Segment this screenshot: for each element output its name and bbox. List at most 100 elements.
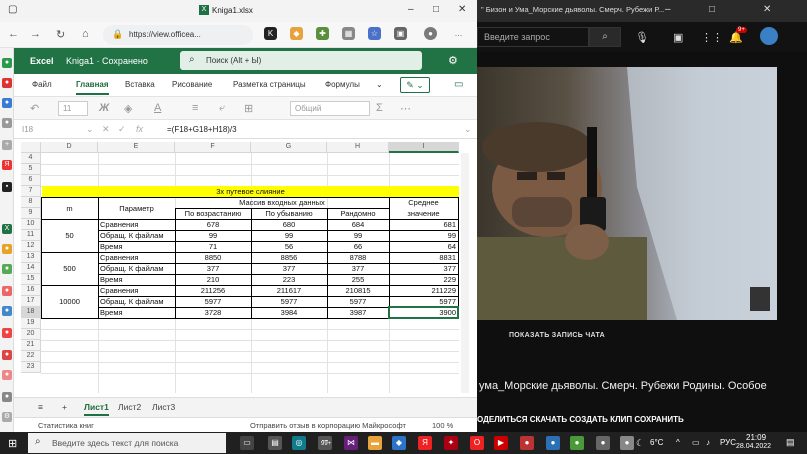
- youtube-search-icon[interactable]: ⌕: [589, 27, 621, 47]
- extension-icon-grid[interactable]: ▦: [342, 27, 355, 40]
- taskview-icon[interactable]: ▭: [240, 436, 254, 450]
- sidebar-add-icon[interactable]: +: [2, 140, 12, 150]
- row-header[interactable]: 5: [21, 164, 41, 175]
- extension-icon-puzzle[interactable]: ✚: [316, 27, 329, 40]
- name-box[interactable]: I18: [22, 125, 33, 134]
- sidebar-peach-icon[interactable]: ●: [2, 370, 12, 380]
- row-header[interactable]: 9: [21, 208, 41, 219]
- row-header-selected[interactable]: 18: [21, 307, 41, 318]
- function-icon[interactable]: fx: [136, 124, 143, 134]
- row-header[interactable]: 8: [21, 197, 41, 208]
- row-header[interactable]: 20: [21, 329, 41, 340]
- wrap-icon[interactable]: ⤶: [219, 102, 225, 115]
- sidebar-red2-icon[interactable]: ●: [2, 328, 12, 338]
- column-header-h[interactable]: H: [327, 142, 389, 153]
- forward-icon[interactable]: →: [30, 28, 41, 40]
- row-header[interactable]: 6: [21, 175, 41, 186]
- opera-app-icon[interactable]: O: [470, 436, 484, 450]
- sidebar-yandex-icon[interactable]: Я: [2, 160, 12, 170]
- document-title[interactable]: Kniga1 · Сохранено: [66, 56, 148, 66]
- autosum-icon[interactable]: Σ: [376, 102, 383, 114]
- sidebar-gray-icon[interactable]: ●: [2, 118, 12, 128]
- sidebar-green-icon[interactable]: ●: [2, 58, 12, 68]
- yt-maximize-button[interactable]: □: [709, 4, 715, 15]
- back-icon[interactable]: ←: [8, 28, 19, 40]
- app-icon-green[interactable]: ●: [570, 436, 584, 450]
- video-player[interactable]: [477, 67, 777, 320]
- sidebar-pink-icon[interactable]: ●: [2, 286, 12, 296]
- sidebar-blue-icon[interactable]: ●: [2, 98, 12, 108]
- weather-temp[interactable]: 6°C: [650, 438, 663, 447]
- undo-icon[interactable]: ↶: [30, 102, 39, 115]
- row-header[interactable]: 10: [21, 219, 41, 230]
- more-tabs-chevron-icon[interactable]: ⌄: [376, 80, 383, 89]
- apps-icon[interactable]: ⋮⋮: [701, 31, 723, 44]
- font-color-icon[interactable]: A: [154, 102, 161, 114]
- sheet-tab-2[interactable]: Лист2: [118, 402, 141, 412]
- spreadsheet-grid[interactable]: D E F G H I 4 5 6 7 8 9 10 11 12 13 14 1…: [21, 142, 459, 393]
- minimize-button[interactable]: –: [408, 4, 414, 15]
- tray-chevron-icon[interactable]: ^: [676, 438, 680, 447]
- sidebar-gray2-icon[interactable]: ●: [2, 392, 12, 402]
- sidebar-orange-icon[interactable]: ●: [2, 244, 12, 254]
- sheet-tab-1[interactable]: Лист1: [84, 402, 109, 416]
- yt-minimize-button[interactable]: –: [665, 4, 671, 15]
- row-header[interactable]: 23: [21, 362, 41, 373]
- tab-page-layout[interactable]: Разметка страницы: [233, 80, 306, 89]
- formula-text[interactable]: =(F18+G18+H18)/3: [167, 125, 237, 134]
- yt-close-button[interactable]: ✕: [763, 4, 771, 15]
- youtube-search-input[interactable]: Введите запрос: [477, 27, 589, 47]
- row-header[interactable]: 16: [21, 285, 41, 296]
- vertical-scrollbar[interactable]: [461, 153, 469, 393]
- column-header-f[interactable]: F: [175, 142, 251, 153]
- tab-file[interactable]: Файл: [32, 80, 52, 89]
- column-header-e[interactable]: E: [98, 142, 175, 153]
- zoom-level[interactable]: 100 %: [432, 421, 453, 430]
- collections-icon[interactable]: ▣: [394, 27, 407, 40]
- row-header[interactable]: 12: [21, 241, 41, 252]
- row-header[interactable]: 15: [21, 274, 41, 285]
- bold-italic-icon[interactable]: Ж: [99, 102, 109, 114]
- column-header-g[interactable]: G: [251, 142, 327, 153]
- sidebar-lime-icon[interactable]: ●: [2, 264, 12, 274]
- app-icon-red[interactable]: ●: [520, 436, 534, 450]
- favorites-icon[interactable]: ☆: [368, 27, 381, 40]
- sidebar-red3-icon[interactable]: ●: [2, 350, 12, 360]
- edge-app-icon[interactable]: ◎: [292, 436, 306, 450]
- cancel-icon[interactable]: ✕: [102, 124, 110, 135]
- sidebar-black-icon[interactable]: ▪: [2, 182, 12, 192]
- home-icon[interactable]: ⌂: [82, 28, 89, 40]
- notification-center-icon[interactable]: ▤: [786, 437, 795, 448]
- tab-draw[interactable]: Рисование: [172, 80, 212, 89]
- row-header[interactable]: 19: [21, 318, 41, 329]
- row-header[interactable]: 4: [21, 153, 41, 164]
- number-format-select[interactable]: Общий: [290, 101, 370, 116]
- extension-icon-k[interactable]: K: [264, 27, 277, 40]
- row-header[interactable]: 11: [21, 230, 41, 241]
- language-indicator[interactable]: РУС: [720, 438, 736, 447]
- sheet-list-icon[interactable]: ≡: [38, 402, 43, 412]
- url-field[interactable]: 🔒 https://view.officea...: [103, 25, 253, 45]
- taskbar-search-field[interactable]: ⌕ Введите здесь текст для поиска: [28, 433, 226, 453]
- folder-app-icon[interactable]: ▬: [368, 436, 382, 450]
- comments-icon[interactable]: ▭: [454, 79, 463, 90]
- font-size-select[interactable]: 11: [58, 101, 88, 116]
- refresh-icon[interactable]: ↻: [56, 28, 65, 41]
- tool-app-icon[interactable]: ✦: [444, 436, 458, 450]
- align-icon[interactable]: ≡: [192, 102, 198, 114]
- app-icon-gray[interactable]: ●: [596, 436, 610, 450]
- tab-formulas[interactable]: Формулы: [325, 80, 360, 89]
- sidebar-excel-icon[interactable]: X: [2, 224, 12, 234]
- enter-icon[interactable]: ✓: [118, 124, 126, 135]
- active-cell-outline[interactable]: [388, 306, 459, 319]
- sidebar-sky-icon[interactable]: ●: [2, 306, 12, 316]
- search-field[interactable]: ⌕ Поиск (Alt + Ы): [180, 51, 422, 70]
- windows-start-icon[interactable]: ⊞: [8, 437, 17, 450]
- volume-icon[interactable]: ♪: [706, 438, 710, 447]
- settings-gear-icon[interactable]: ⚙: [448, 54, 458, 67]
- row-header[interactable]: 21: [21, 340, 41, 351]
- app-icon-gray2[interactable]: ●: [620, 436, 634, 450]
- column-header-i[interactable]: I: [389, 142, 459, 153]
- expand-formula-icon[interactable]: ⌄: [464, 124, 472, 135]
- store-app-icon[interactable]: ◆: [392, 436, 406, 450]
